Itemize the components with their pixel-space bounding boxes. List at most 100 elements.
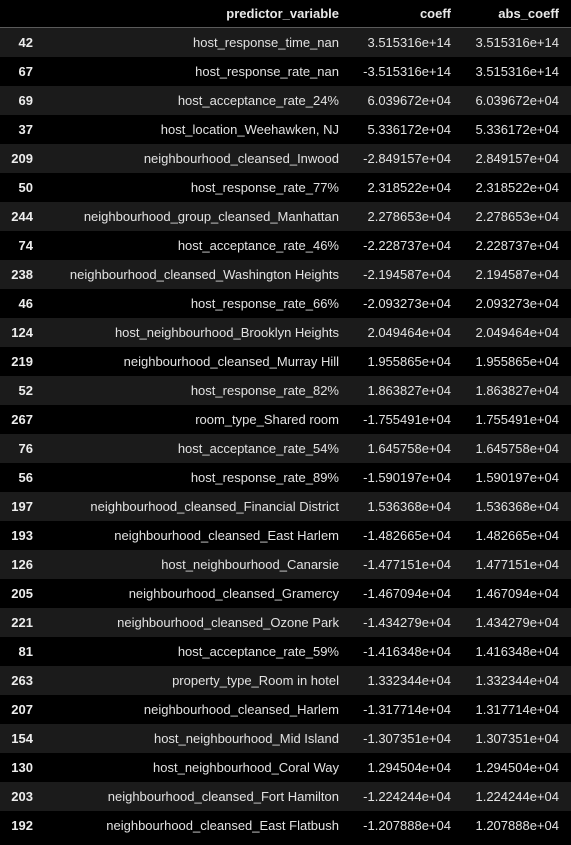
row-index: 76 (18, 440, 33, 456)
abs-coeff-cell: 1.755491e+04 (475, 411, 559, 427)
table-row: 207 neighbourhood_cleansed_Harlem -1.31771… (0, 694, 571, 724)
table-row: 76 host_acceptance_rate_54% 1.645758e+04 1.… (0, 433, 571, 463)
table-row: 154 host_neighbourhood_Mid Island -1.30735… (0, 723, 571, 753)
coeff-cell: 6.039672e+04 (367, 92, 451, 108)
coeff-cell: 2.278653e+04 (367, 208, 451, 224)
coeff-cell: -3.515316e+14 (363, 63, 451, 79)
predictor-variable-cell: neighbourhood_cleansed_Inwood (143, 150, 339, 166)
predictor-variable-cell: host_neighbourhood_Coral Way (153, 759, 339, 775)
row-index: 154 (11, 730, 33, 746)
abs-coeff-cell: 2.049464e+04 (475, 324, 559, 340)
predictor-variable-cell: host_response_rate_82% (190, 382, 339, 398)
table-row: 46 host_response_rate_66% -2.093273e+04 2.0… (0, 288, 571, 318)
predictor-variable-cell: host_neighbourhood_Brooklyn Heights (114, 324, 339, 340)
dataframe-output: predictor_variable coeff abs_coeff 42 hos… (0, 0, 571, 840)
table-row: 124 host_neighbourhood_Brooklyn Heights 2.… (0, 317, 571, 347)
predictor-variable-cell: host_response_rate_nan (195, 63, 339, 79)
row-index: 244 (11, 208, 33, 224)
predictor-variable-cell: property_type_Room in hotel (172, 672, 339, 688)
coeff-cell: 1.863827e+04 (367, 382, 451, 398)
predictor-variable-cell: neighbourhood_cleansed_East Flatbush (106, 817, 339, 833)
row-index: 267 (11, 411, 33, 427)
coeff-cell: -1.755491e+04 (363, 411, 451, 427)
coeff-cell: -2.194587e+04 (363, 266, 451, 282)
table-header: predictor_variable coeff abs_coeff (0, 0, 571, 28)
predictor-variable-cell: host_neighbourhood_Mid Island (153, 730, 339, 746)
coeff-cell: 1.645758e+04 (367, 440, 451, 456)
row-index: 67 (18, 63, 33, 79)
abs-coeff-cell: 1.477151e+04 (475, 556, 559, 572)
abs-coeff-cell: 1.294504e+04 (475, 759, 559, 775)
table-row: 56 host_response_rate_89% -1.590197e+04 1.5… (0, 462, 571, 492)
coeff-cell: -1.467094e+04 (363, 585, 451, 601)
table-row: 219 neighbourhood_cleansed_Murray Hill 1.9… (0, 346, 571, 376)
predictor-variable-cell: neighbourhood_cleansed_Washington Height… (69, 266, 339, 282)
row-index: 46 (18, 295, 33, 311)
table-row: 221 neighbourhood_cleansed_Ozone Park -1.4… (0, 607, 571, 637)
abs-coeff-cell: 1.317714e+04 (475, 701, 559, 717)
abs-coeff-cell: 1.416348e+04 (475, 643, 559, 659)
header-abs-coeff: abs_coeff (463, 0, 571, 28)
predictor-variable-cell: host_response_rate_66% (190, 295, 339, 311)
coeff-cell: -2.093273e+04 (363, 295, 451, 311)
abs-coeff-cell: 1.955865e+04 (475, 353, 559, 369)
coeff-cell: -1.416348e+04 (363, 643, 451, 659)
coeff-cell: -1.590197e+04 (363, 469, 451, 485)
coeff-cell: -1.307351e+04 (363, 730, 451, 746)
coeff-cell: -1.224244e+04 (363, 788, 451, 804)
abs-coeff-cell: 1.645758e+04 (475, 440, 559, 456)
coeff-cell: -1.207888e+04 (363, 817, 451, 833)
abs-coeff-cell: 6.039672e+04 (475, 92, 559, 108)
predictor-variable-cell: neighbourhood_cleansed_Fort Hamilton (107, 788, 339, 804)
table-row: 192 neighbourhood_cleansed_East Flatbush -… (0, 810, 571, 840)
predictor-variable-cell: host_response_rate_89% (190, 469, 339, 485)
coeff-cell: 1.955865e+04 (367, 353, 451, 369)
predictor-variable-cell: host_acceptance_rate_46% (177, 237, 339, 253)
row-index: 50 (18, 179, 33, 195)
abs-coeff-cell: 1.224244e+04 (475, 788, 559, 804)
abs-coeff-cell: 1.332344e+04 (475, 672, 559, 688)
table-row: 238 neighbourhood_cleansed_Washington Hei… (0, 259, 571, 289)
abs-coeff-cell: 2.228737e+04 (475, 237, 559, 253)
header-predictor-variable: predictor_variable (43, 0, 351, 28)
table-row: 69 host_acceptance_rate_24% 6.039672e+04 6.… (0, 85, 571, 115)
row-index: 74 (18, 237, 33, 253)
row-index: 52 (18, 382, 33, 398)
abs-coeff-cell: 5.336172e+04 (475, 121, 559, 137)
row-index: 42 (18, 34, 33, 50)
table-row: 209 neighbourhood_cleansed_Inwood -2.84915… (0, 143, 571, 173)
abs-coeff-cell: 1.590197e+04 (475, 469, 559, 485)
row-index: 209 (11, 150, 33, 166)
table-row: 52 host_response_rate_82% 1.863827e+04 1.86… (0, 375, 571, 405)
predictor-variable-cell: neighbourhood_cleansed_Murray Hill (123, 353, 339, 369)
header-index (0, 0, 43, 28)
coeff-cell: 2.318522e+04 (367, 179, 451, 195)
coeff-cell: 3.515316e+14 (367, 34, 451, 50)
coeff-cell: -1.434279e+04 (363, 614, 451, 630)
row-index: 203 (11, 788, 33, 804)
predictor-variable-cell: host_acceptance_rate_24% (177, 92, 339, 108)
predictor-variable-cell: neighbourhood_cleansed_East Harlem (114, 527, 339, 543)
abs-coeff-cell: 2.849157e+04 (475, 150, 559, 166)
coeff-cell: 1.294504e+04 (367, 759, 451, 775)
coeff-cell: 5.336172e+04 (367, 121, 451, 137)
abs-coeff-cell: 1.207888e+04 (475, 817, 559, 833)
coeff-cell: 2.049464e+04 (367, 324, 451, 340)
coeff-cell: -1.317714e+04 (363, 701, 451, 717)
coefficients-table: predictor_variable coeff abs_coeff 42 hos… (0, 0, 571, 840)
table-row: 203 neighbourhood_cleansed_Fort Hamilton -… (0, 781, 571, 811)
coeff-cell: -2.849157e+04 (363, 150, 451, 166)
row-index: 238 (11, 266, 33, 282)
abs-coeff-cell: 2.093273e+04 (475, 295, 559, 311)
table-row: 244 neighbourhood_group_cleansed_Manhatta… (0, 201, 571, 231)
table-row: 263 property_type_Room in hotel 1.332344e+… (0, 665, 571, 695)
predictor-variable-cell: neighbourhood_cleansed_Financial Distric… (90, 498, 339, 514)
abs-coeff-cell: 3.515316e+14 (475, 63, 559, 79)
table-row: 205 neighbourhood_cleansed_Gramercy -1.467… (0, 578, 571, 608)
row-index: 81 (18, 643, 33, 659)
predictor-variable-cell: neighbourhood_cleansed_Ozone Park (117, 614, 339, 630)
row-index: 56 (18, 469, 33, 485)
row-index: 221 (11, 614, 33, 630)
predictor-variable-cell: room_type_Shared room (195, 411, 339, 427)
predictor-variable-cell: host_acceptance_rate_54% (177, 440, 339, 456)
